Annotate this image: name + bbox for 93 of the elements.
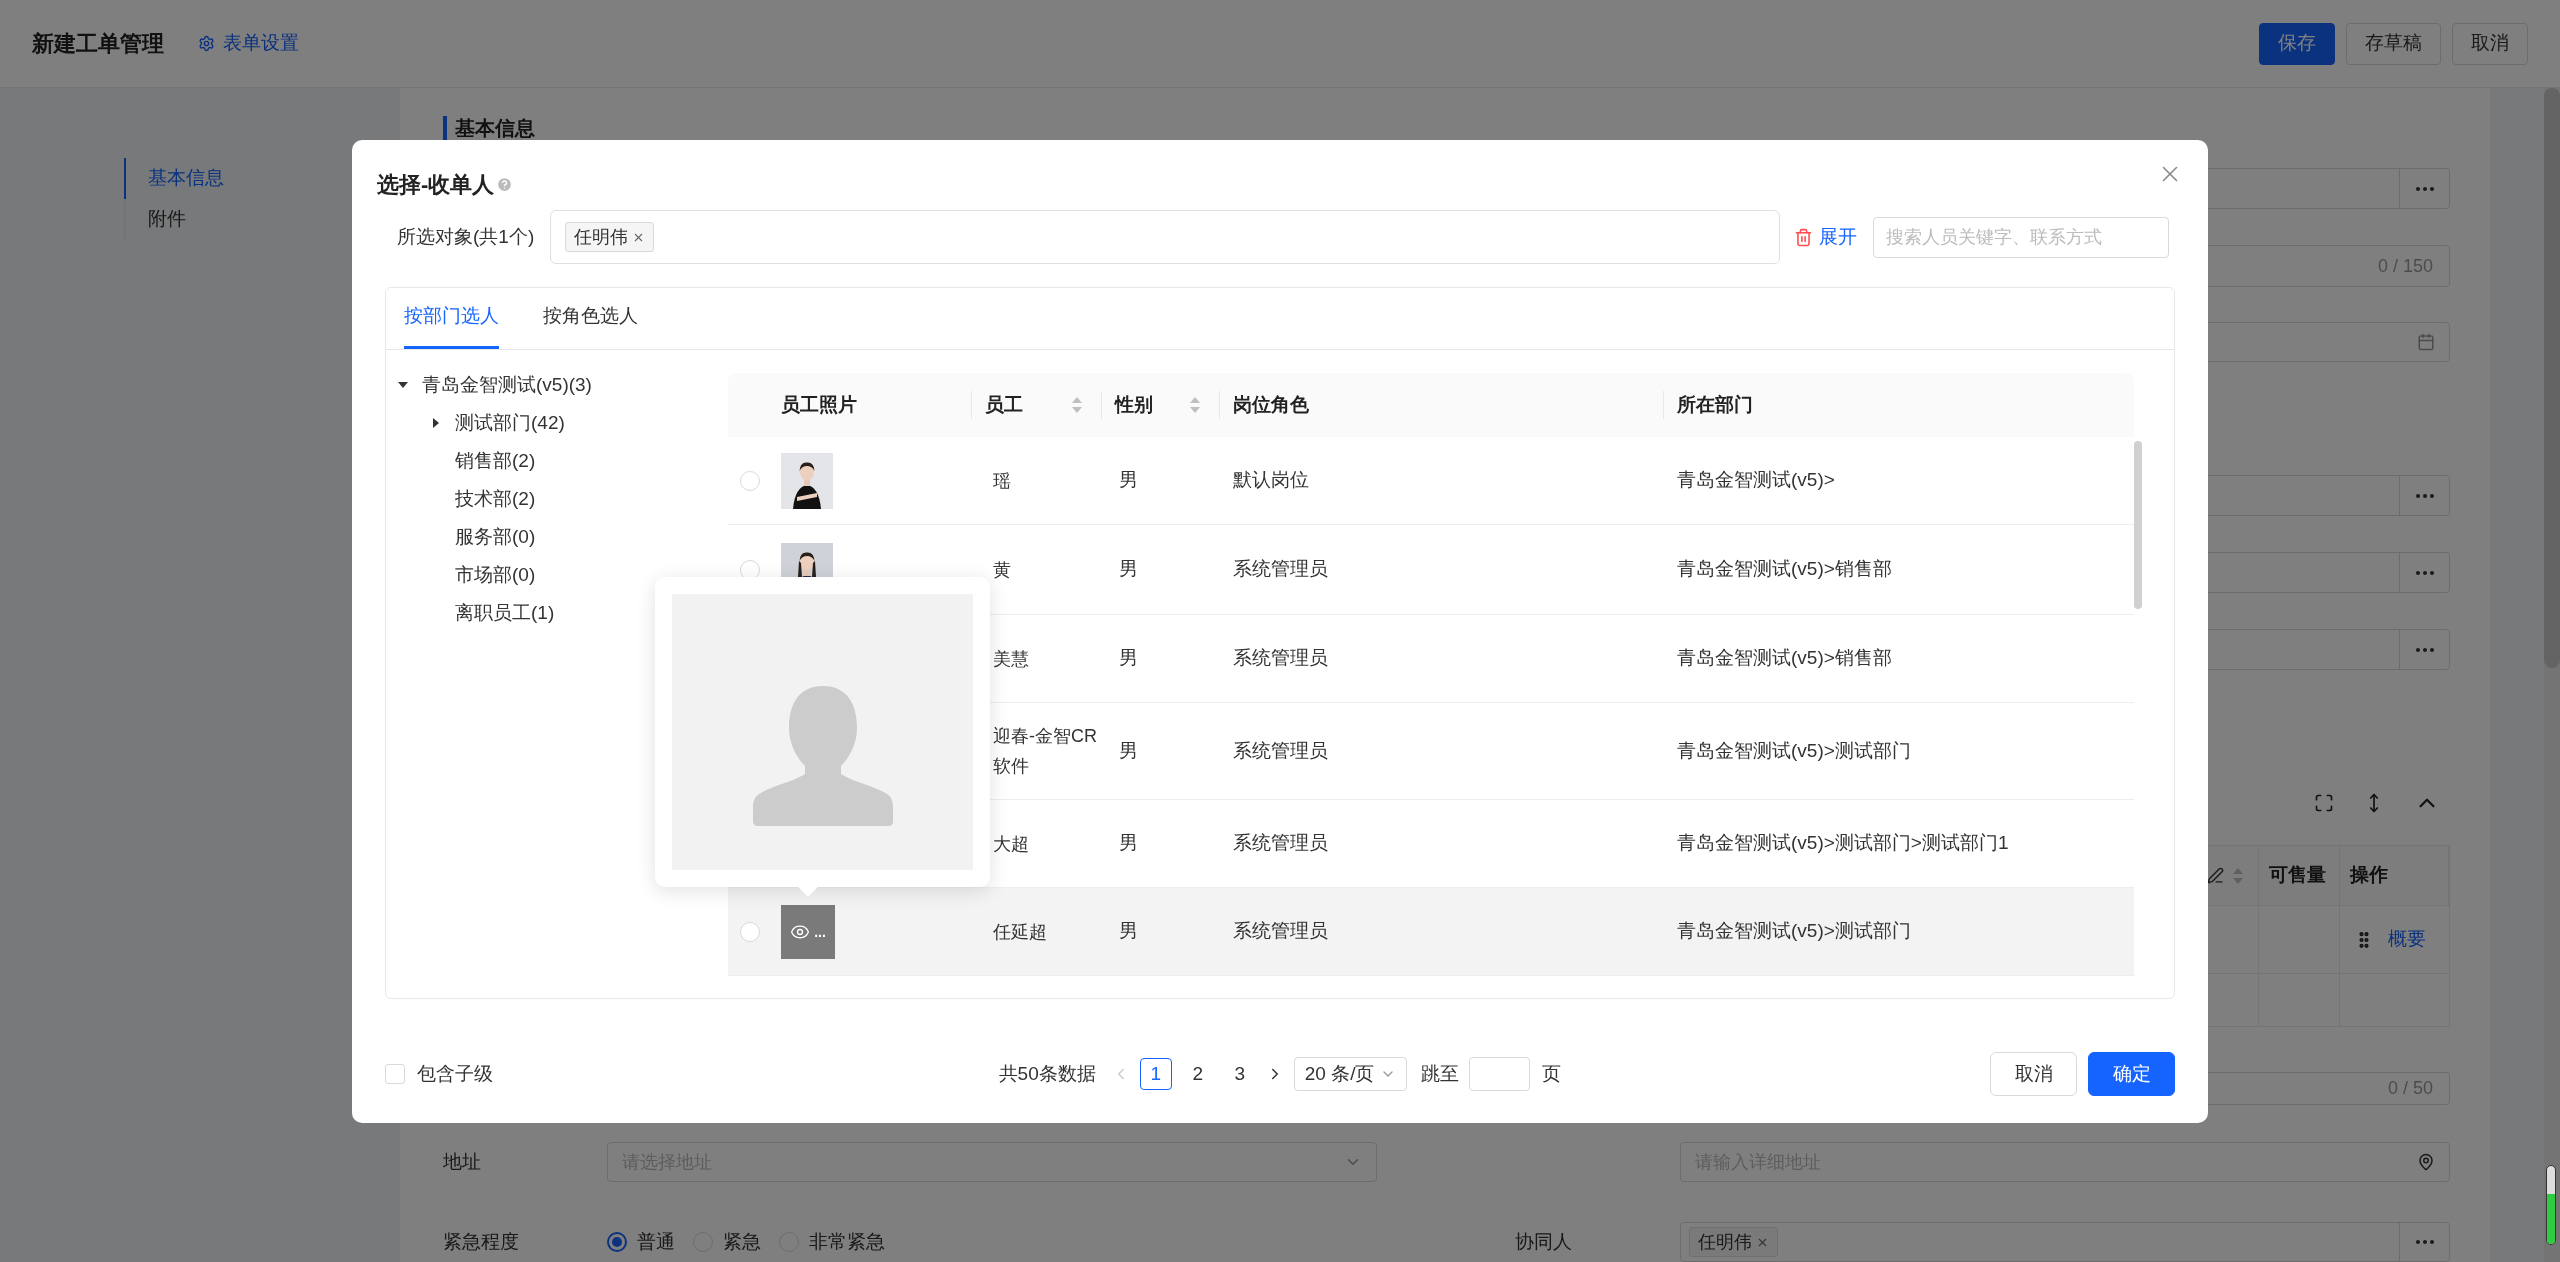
department-text: 青岛金智测试(v5)> bbox=[1677, 469, 1835, 491]
scrollbar-thumb[interactable] bbox=[2134, 441, 2142, 609]
tree-item[interactable]: 销售部(2) bbox=[455, 446, 536, 476]
tag-label: 任明伟 bbox=[1698, 1230, 1752, 1254]
page-number[interactable]: 1 bbox=[1139, 1058, 1172, 1090]
radio-label[interactable]: 紧急 bbox=[723, 1227, 761, 1257]
column-header: 操作 bbox=[2340, 846, 2449, 905]
radio-button[interactable] bbox=[607, 1232, 627, 1252]
table-row[interactable]: ... 任延超 男 系统管理员 青岛金智测试(v5)>测试部门 bbox=[728, 888, 2134, 976]
page-number[interactable]: 2 bbox=[1181, 1058, 1214, 1090]
field-label: 协同人 bbox=[1515, 1229, 1573, 1254]
calendar-icon bbox=[2417, 333, 2435, 351]
header-button[interactable]: 取消 bbox=[2452, 22, 2528, 65]
gender-text: 男 bbox=[1119, 920, 1138, 942]
employee-name: 美慧 bbox=[993, 648, 1029, 669]
ellipsis-icon bbox=[2415, 647, 2434, 652]
employee-name: 大超 bbox=[993, 833, 1029, 854]
expand-button[interactable]: 展开 bbox=[1794, 222, 1857, 252]
role-text: 系统管理员 bbox=[1233, 739, 1328, 761]
collaborator-field[interactable]: 任明伟 bbox=[1680, 1222, 2450, 1262]
radio-label[interactable]: 普通 bbox=[637, 1227, 675, 1257]
role-text: 默认岗位 bbox=[1233, 469, 1309, 491]
column-header: 岗位角色 bbox=[1233, 392, 1309, 417]
field-label: 所选对象(共1个) bbox=[397, 224, 536, 249]
person-silhouette-icon bbox=[752, 686, 893, 826]
gender-text: 男 bbox=[1119, 832, 1138, 854]
header-button[interactable]: 存草稿 bbox=[2346, 22, 2441, 65]
field-label: 紧急程度 bbox=[443, 1229, 520, 1254]
tree-item[interactable]: 服务部(0) bbox=[455, 522, 536, 552]
page-title: 新建工单管理 bbox=[32, 30, 164, 58]
gender-text: 男 bbox=[1119, 739, 1138, 761]
location-pin-icon bbox=[2417, 1153, 2435, 1171]
edit-icon[interactable] bbox=[2207, 867, 2224, 884]
tree-item[interactable]: 技术部(2) bbox=[455, 484, 536, 514]
employee-name: 任延超 bbox=[993, 921, 1047, 942]
gauge-icon bbox=[2546, 1165, 2556, 1245]
help-icon[interactable] bbox=[496, 175, 514, 193]
dialog-button[interactable]: 确定 bbox=[2088, 1052, 2175, 1096]
tab[interactable]: 按部门选人 bbox=[404, 287, 499, 349]
role-text: 系统管理员 bbox=[1233, 832, 1328, 854]
caret-icon[interactable] bbox=[398, 380, 408, 390]
gender-text: 男 bbox=[1119, 647, 1138, 669]
sort-icon bbox=[2232, 866, 2244, 885]
checkbox[interactable] bbox=[385, 1064, 405, 1084]
settings-icon bbox=[198, 35, 215, 52]
tab[interactable]: 按角色选人 bbox=[543, 287, 638, 349]
field-label: 地址 bbox=[443, 1149, 482, 1174]
tree-item[interactable]: 青岛金智测试(v5)(3) bbox=[422, 370, 592, 400]
tree-item[interactable]: 离职员工(1) bbox=[455, 598, 555, 628]
page-size-select[interactable]: 20 条/页 bbox=[1293, 1057, 1408, 1091]
page-unit: 页 bbox=[1542, 1061, 1562, 1086]
ellipsis-icon bbox=[2415, 1240, 2434, 1244]
sort-icon bbox=[1189, 396, 1201, 414]
role-text: 系统管理员 bbox=[1233, 558, 1328, 580]
caret-icon[interactable] bbox=[431, 418, 441, 428]
employee-name: 迎春-金智CR 软件 bbox=[993, 726, 1097, 776]
preview-label: ... bbox=[814, 924, 826, 939]
page-number[interactable]: 3 bbox=[1223, 1058, 1256, 1090]
tree-item[interactable]: 测试部门(42) bbox=[455, 408, 565, 438]
jump-label: 跳至 bbox=[1421, 1061, 1460, 1086]
ellipsis-icon bbox=[2415, 493, 2434, 498]
page-input[interactable] bbox=[1469, 1057, 1531, 1091]
employee-name: 黄 bbox=[993, 559, 1011, 580]
gender-text: 男 bbox=[1119, 469, 1138, 491]
department-text: 青岛金智测试(v5)>销售部 bbox=[1677, 558, 1892, 580]
dialog-button[interactable]: 取消 bbox=[1990, 1052, 2077, 1096]
total-count: 共50条数据 bbox=[998, 1061, 1096, 1086]
tree-item[interactable]: 市场部(0) bbox=[455, 560, 536, 590]
department-text: 青岛金智测试(v5)>测试部门 bbox=[1677, 739, 1911, 761]
search-field[interactable]: 搜索人员关键字、联系方式 bbox=[1873, 216, 2169, 258]
scrollbar[interactable] bbox=[2544, 88, 2560, 1262]
employee-name: 瑶 bbox=[993, 470, 1011, 491]
department-text: 青岛金智测试(v5)>测试部门>测试部门1 bbox=[1677, 832, 2009, 854]
column-header: 性别 bbox=[1115, 392, 1153, 417]
trash-icon bbox=[1794, 227, 1813, 247]
department-text: 青岛金智测试(v5)>测试部门 bbox=[1677, 920, 1911, 942]
role-text: 系统管理员 bbox=[1233, 647, 1328, 669]
sort-icon bbox=[1071, 396, 1083, 414]
tag-label: 任明伟 bbox=[574, 225, 628, 249]
checkbox-label[interactable]: 包含子级 bbox=[417, 1059, 493, 1089]
column-header: 员工照片 bbox=[781, 392, 857, 417]
column-header: 员工 bbox=[985, 392, 1023, 417]
photo-thumbnail[interactable]: ... bbox=[781, 904, 835, 959]
department-text: 青岛金智测试(v5)>销售部 bbox=[1677, 647, 1892, 669]
selected-field[interactable]: 任明伟 bbox=[550, 210, 1780, 264]
radio-label[interactable]: 非常紧急 bbox=[809, 1227, 885, 1257]
column-header: 可售量 bbox=[2259, 846, 2340, 905]
gender-text: 男 bbox=[1119, 558, 1138, 580]
fullscreen-icon[interactable] bbox=[2314, 793, 2334, 813]
column-header: 所在部门 bbox=[1677, 392, 1753, 417]
ellipsis-icon bbox=[2415, 186, 2434, 191]
role-text: 系统管理员 bbox=[1233, 920, 1328, 942]
ellipsis-icon bbox=[2415, 570, 2434, 575]
